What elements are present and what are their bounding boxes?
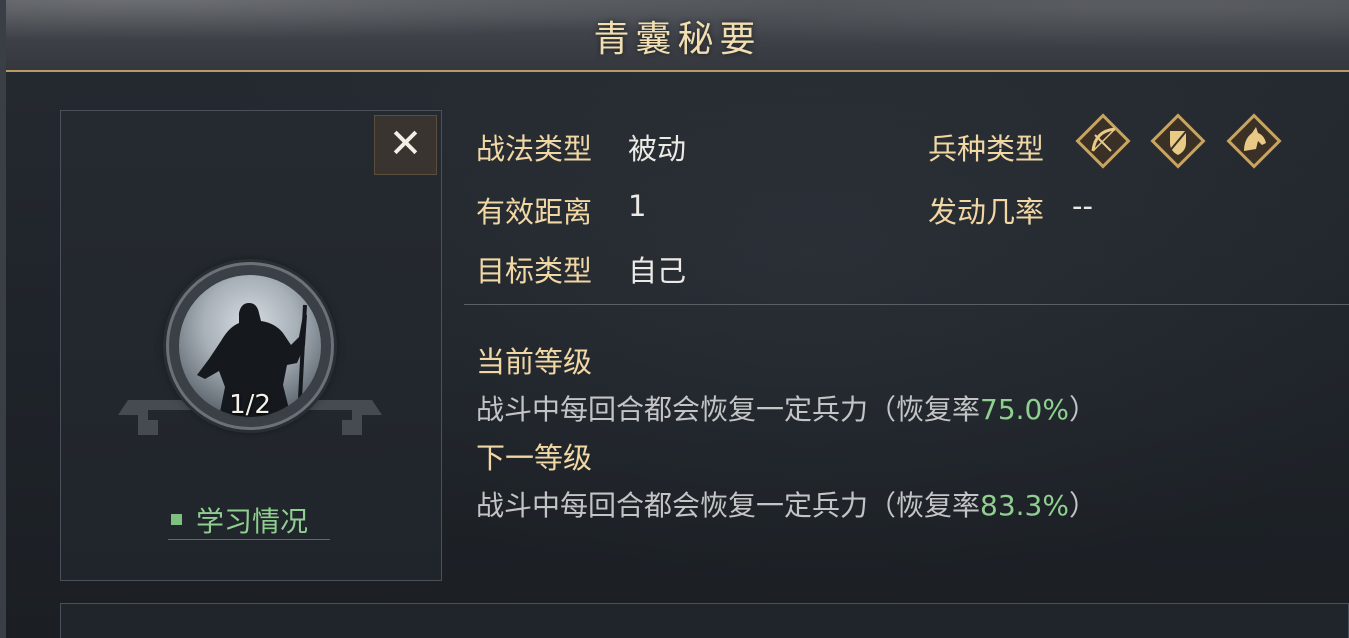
status-dot-icon: [171, 514, 182, 525]
next-recovery-rate: 83.3%: [980, 489, 1069, 522]
trigger-rate-label: 发动几率: [928, 195, 1045, 229]
study-status-link[interactable]: 学习情况: [168, 500, 330, 540]
trigger-rate-value: --: [1072, 189, 1093, 223]
skill-level-text: 1/2: [229, 390, 271, 420]
shield-icon: [1150, 113, 1206, 169]
page-title: 青囊秘要: [593, 19, 762, 60]
left-edge: [0, 0, 6, 638]
next-desc-text: 战斗中每回合都会恢复一定兵力（恢复率: [476, 489, 981, 522]
target-type-label: 目标类型: [476, 254, 593, 288]
skill-detail-window: 青囊秘要 ✕ 1/2 学习情况 战法类型 被动 有效距离 1 目标类型 自己 兵…: [0, 0, 1349, 638]
next-level-description: 战斗中每回合都会恢复一定兵力（恢复率83.3%）: [476, 484, 1097, 524]
next-desc-suffix: ）: [1068, 489, 1097, 522]
bow-icon: [1075, 113, 1131, 169]
section-divider: [464, 304, 1349, 305]
current-desc-suffix: ）: [1068, 393, 1097, 426]
target-type-value: 自己: [628, 254, 687, 288]
current-level-description: 战斗中每回合都会恢复一定兵力（恢复率75.0%）: [476, 388, 1097, 428]
header-bar: 青囊秘要: [6, 0, 1349, 72]
troop-type-label: 兵种类型: [928, 132, 1045, 166]
range-label: 有效距离: [476, 195, 593, 229]
current-recovery-rate: 75.0%: [980, 393, 1069, 426]
close-button[interactable]: ✕: [374, 115, 437, 175]
current-level-heading: 当前等级: [476, 345, 593, 379]
horse-icon: [1226, 113, 1282, 169]
tactic-type-value: 被动: [628, 132, 687, 166]
current-desc-text: 战斗中每回合都会恢复一定兵力（恢复率: [476, 393, 981, 426]
range-value: 1: [628, 189, 647, 223]
study-status-label: 学习情况: [196, 504, 309, 538]
next-level-heading: 下一等级: [476, 441, 593, 475]
bottom-panel: [60, 603, 1349, 638]
tactic-type-label: 战法类型: [476, 132, 593, 166]
